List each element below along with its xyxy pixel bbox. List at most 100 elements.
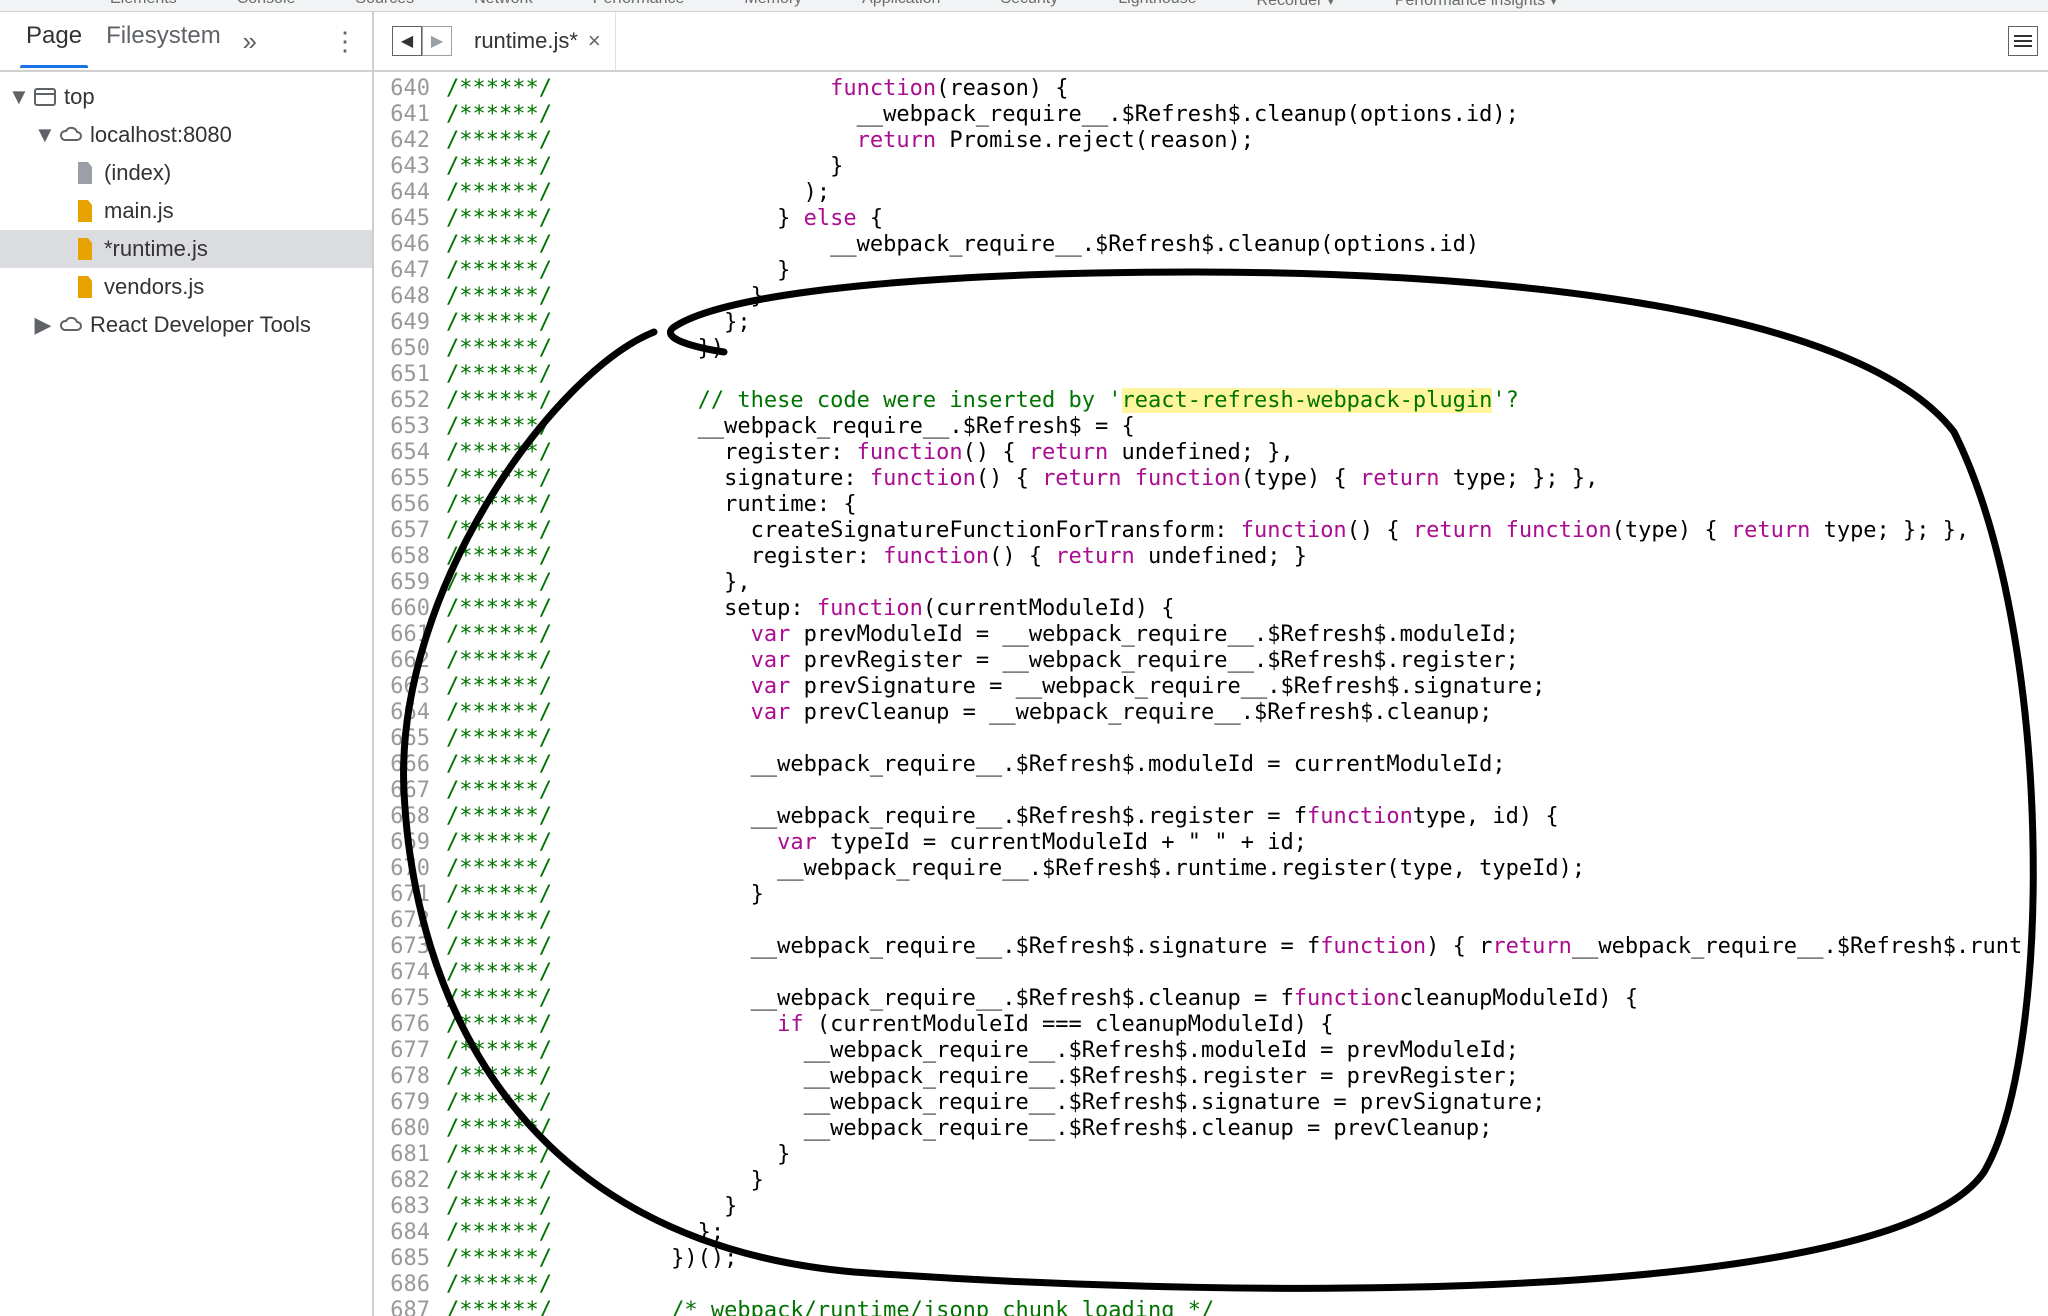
tab-recorder[interactable]: Recorder ▾: [1257, 0, 1335, 1]
tree-file-runtimejs[interactable]: *runtime.js: [0, 230, 372, 268]
tab-network[interactable]: Network: [474, 0, 533, 1]
code-line: /******/ register: function() { return u…: [446, 544, 2048, 570]
code-line: /******/ __webpack_require__.$Refresh$.c…: [446, 102, 2048, 128]
code-line: /******/ __webpack_require__.$Refresh$ =…: [446, 414, 2048, 440]
cloud-icon: [58, 122, 84, 148]
navigator-kebab-menu[interactable]: ⋮: [328, 24, 362, 58]
tree-file-mainjs[interactable]: main.js: [0, 192, 372, 230]
sources-navigator: Page Filesystem » ⋮ ▼ top ▼: [0, 12, 374, 1316]
file-tree: ▼ top ▼ localhost:8080: [0, 72, 372, 1316]
tab-memory[interactable]: Memory: [744, 0, 802, 1]
tree-label: *runtime.js: [104, 236, 208, 262]
tree-file-vendorsjs[interactable]: vendors.js: [0, 268, 372, 306]
line-number-gutter: 6406416426436446456466476486496506516526…: [374, 72, 438, 1316]
tab-lighthouse[interactable]: Lighthouse: [1118, 0, 1196, 1]
tab-console[interactable]: Console: [237, 0, 296, 1]
navigator-tab-page[interactable]: Page: [14, 14, 94, 68]
code-line: /******/ }: [446, 1194, 2048, 1220]
editor-tab-strip: ◀ ▶ runtime.js* ×: [374, 12, 2048, 72]
code-line: /******/ __webpack_require__.$Refresh$.m…: [446, 752, 2048, 778]
code-line: /******/ };: [446, 310, 2048, 336]
code-line: /******/: [446, 726, 2048, 752]
tree-label: (index): [104, 160, 171, 186]
code-line: /******/ }): [446, 336, 2048, 362]
code-line: /******/ __webpack_require__.$Refresh$.r…: [446, 856, 2048, 882]
navigator-tabs: Page Filesystem » ⋮: [0, 12, 372, 72]
code-line: /******/ __webpack_require__.$Refresh$.c…: [446, 1116, 2048, 1142]
code-line: /******/ __webpack_require__.$Refresh$.s…: [446, 934, 2048, 960]
history-back-button[interactable]: ◀: [392, 26, 422, 56]
tab-sources[interactable]: Sources: [355, 0, 414, 1]
code-line: /******/ var prevSignature = __webpack_r…: [446, 674, 2048, 700]
code-line: /******/ } else {: [446, 206, 2048, 232]
editor-history-nav: ◀ ▶: [384, 12, 460, 70]
code-viewport[interactable]: 6406416426436446456466476486496506516526…: [374, 72, 2048, 1316]
navigator-more-tabs[interactable]: »: [233, 24, 267, 58]
code-line: /******/ }: [446, 882, 2048, 908]
tree-file-index[interactable]: (index): [0, 154, 372, 192]
code-line: /******/ /* webpack/runtime/jsonp chunk …: [446, 1298, 2048, 1316]
js-file-icon: [72, 236, 98, 262]
tab-perf-insights[interactable]: Performance insights ▾: [1395, 0, 1558, 1]
tree-label: React Developer Tools: [90, 312, 311, 338]
tab-security[interactable]: Security: [1000, 0, 1058, 1]
code-line: /******/ __webpack_require__.$Refresh$.m…: [446, 1038, 2048, 1064]
tree-label: top: [64, 84, 95, 110]
chevron-down-icon: ▼: [8, 84, 26, 110]
code-line: /******/: [446, 362, 2048, 388]
tree-label: vendors.js: [104, 274, 204, 300]
code-content[interactable]: /******/ function(reason) {/******/ __we…: [438, 72, 2048, 1316]
code-line: /******/ function(reason) {: [446, 76, 2048, 102]
source-editor: ◀ ▶ runtime.js* × 6406416426436446456466…: [374, 12, 2048, 1316]
code-line: /******/ __webpack_require__.$Refresh$.r…: [446, 1064, 2048, 1090]
code-line: /******/ createSignatureFunctionForTrans…: [446, 518, 2048, 544]
tree-origin[interactable]: ▼ localhost:8080: [0, 116, 372, 154]
tree-react-devtools[interactable]: ▶ React Developer Tools: [0, 306, 372, 344]
devtools-panel-tabs: Elements Console Sources Network Perform…: [0, 0, 2048, 12]
code-line: /******/ register: function() { return u…: [446, 440, 2048, 466]
chevron-down-icon: ▼: [34, 122, 52, 148]
tree-label: main.js: [104, 198, 174, 224]
tab-elements[interactable]: Elements: [110, 0, 177, 1]
code-line: /******/ var prevCleanup = __webpack_req…: [446, 700, 2048, 726]
navigator-tab-filesystem[interactable]: Filesystem: [94, 14, 233, 68]
code-line: /******/ __webpack_require__.$Refresh$.c…: [446, 232, 2048, 258]
code-line: /******/ };: [446, 1220, 2048, 1246]
code-line: /******/ if (currentModuleId === cleanup…: [446, 1012, 2048, 1038]
code-line: /******/ return Promise.reject(reason);: [446, 128, 2048, 154]
frame-icon: [32, 84, 58, 110]
code-line: /******/: [446, 1272, 2048, 1298]
code-line: /******/ }: [446, 1142, 2048, 1168]
code-line: /******/ __webpack_require__.$Refresh$.r…: [446, 804, 2048, 830]
code-line: /******/ setup: function(currentModuleId…: [446, 596, 2048, 622]
code-line: /******/ var typeId = currentModuleId + …: [446, 830, 2048, 856]
cloud-icon: [58, 312, 84, 338]
js-file-icon: [72, 274, 98, 300]
editor-file-tab-label: runtime.js*: [474, 28, 578, 54]
code-line: /******/ __webpack_require__.$Refresh$.s…: [446, 1090, 2048, 1116]
tree-label: localhost:8080: [90, 122, 232, 148]
code-line: /******/ }: [446, 258, 2048, 284]
code-line: /******/ // these code were inserted by …: [446, 388, 2048, 414]
code-line: /******/: [446, 908, 2048, 934]
tree-top-frame[interactable]: ▼ top: [0, 78, 372, 116]
tab-performance[interactable]: Performance: [593, 0, 685, 1]
js-file-icon: [72, 198, 98, 224]
code-line: /******/ },: [446, 570, 2048, 596]
code-line: /******/ })();: [446, 1246, 2048, 1272]
code-line: /******/ signature: function() { return …: [446, 466, 2048, 492]
editor-menu-button[interactable]: [2008, 26, 2038, 56]
document-icon: [72, 160, 98, 186]
code-line: /******/: [446, 778, 2048, 804]
code-line: /******/ runtime: {: [446, 492, 2048, 518]
code-line: /******/ }: [446, 1168, 2048, 1194]
code-line: /******/ __webpack_require__.$Refresh$.c…: [446, 986, 2048, 1012]
close-icon[interactable]: ×: [588, 28, 601, 54]
code-line: /******/ var prevRegister = __webpack_re…: [446, 648, 2048, 674]
editor-file-tab[interactable]: runtime.js* ×: [460, 12, 616, 70]
history-forward-button[interactable]: ▶: [422, 26, 452, 56]
tab-application[interactable]: Application: [862, 0, 940, 1]
code-line: /******/ }: [446, 284, 2048, 310]
code-line: /******/ }: [446, 154, 2048, 180]
code-line: /******/ var prevModuleId = __webpack_re…: [446, 622, 2048, 648]
